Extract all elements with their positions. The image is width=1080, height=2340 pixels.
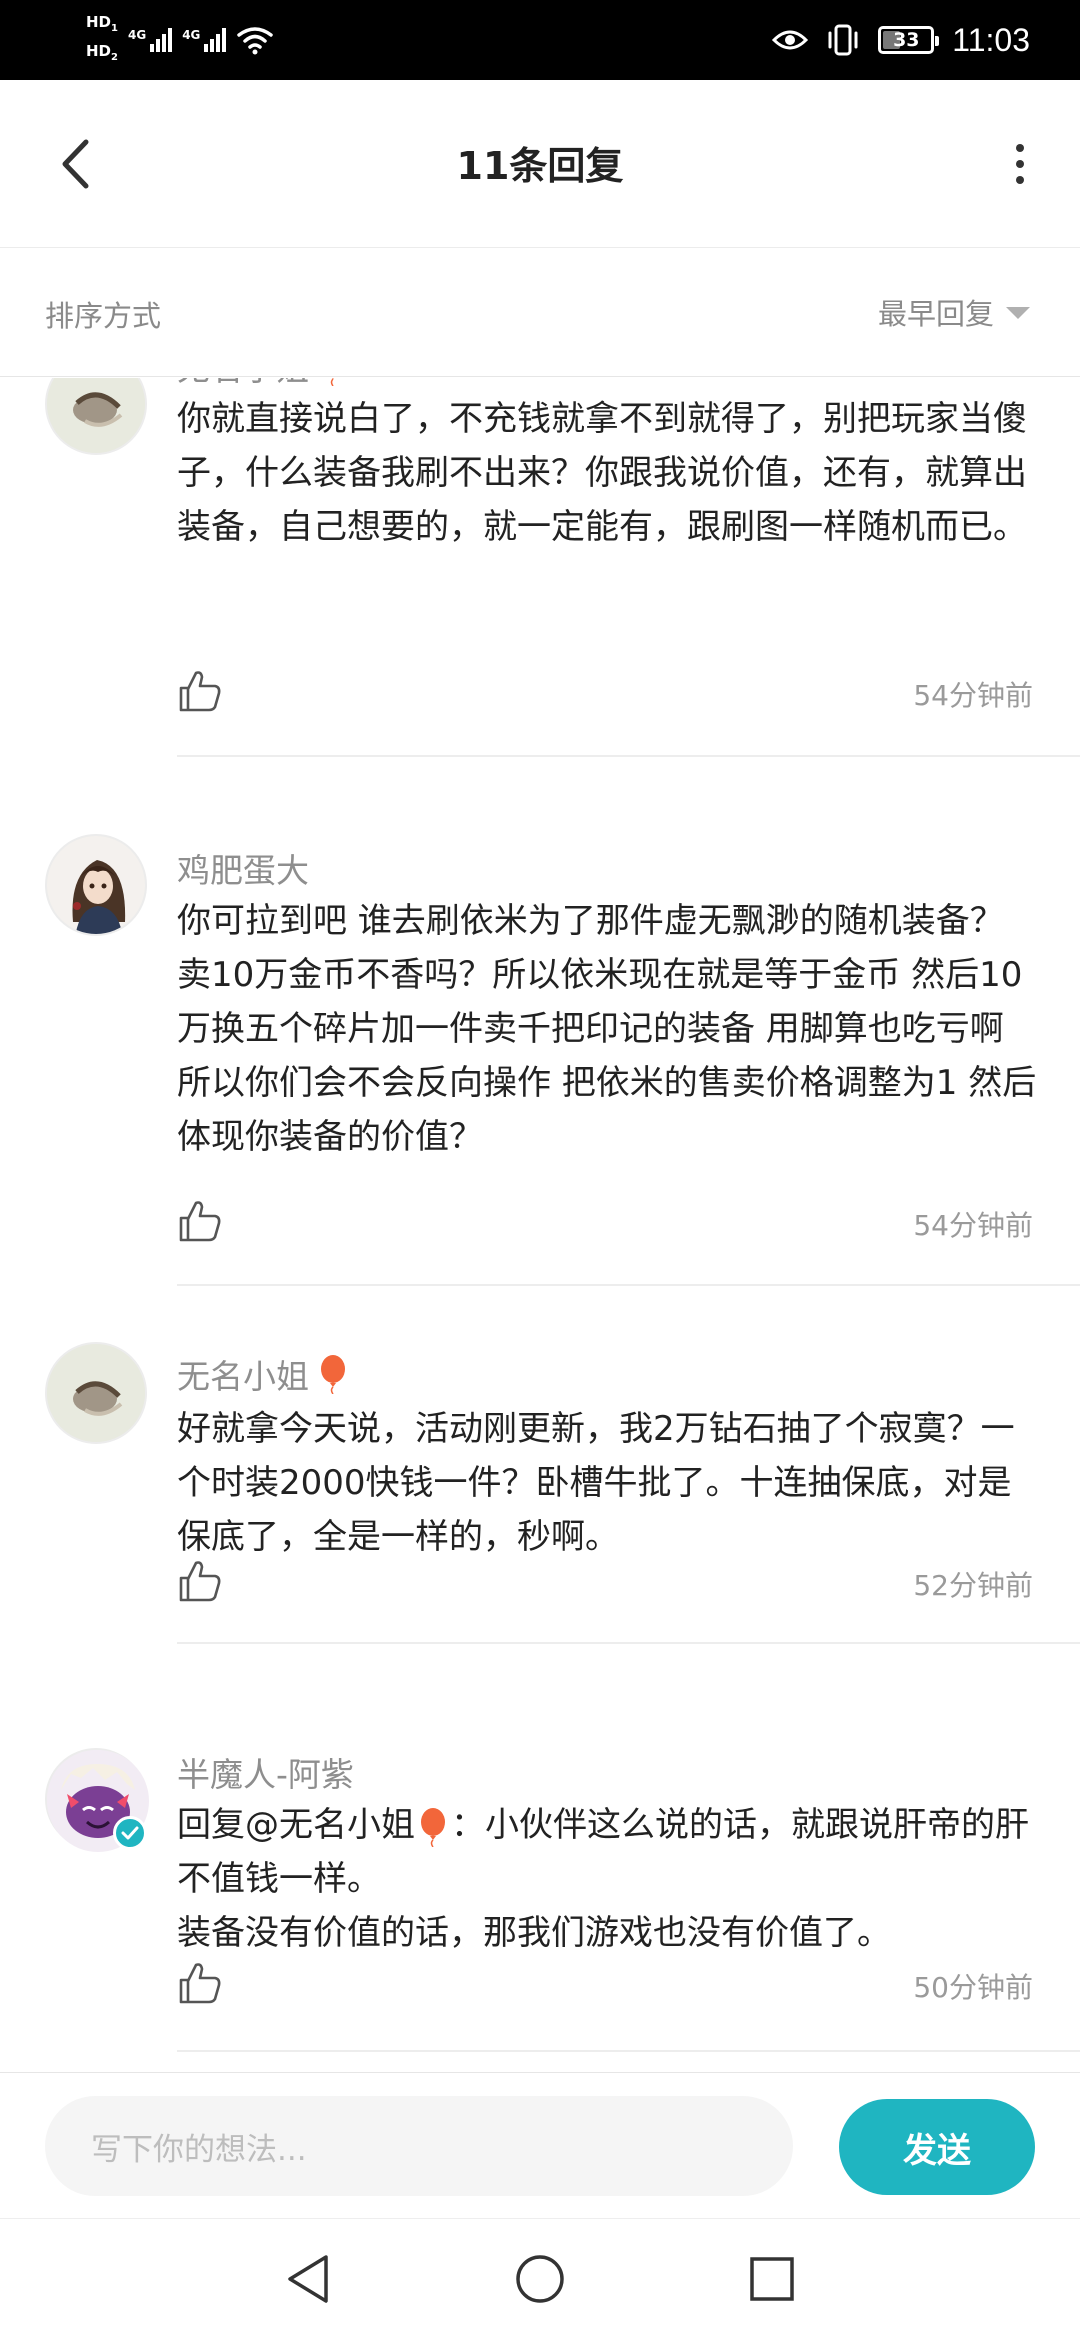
system-nav-bar xyxy=(0,2218,1080,2340)
thumbs-up-icon xyxy=(179,1963,221,2004)
comment-item: 半魔人-阿紫 回复@无名小姐 ：小伙伴这么说的话，就跟说肝帝的肝不值钱一样。 装备… xyxy=(0,1698,1080,2072)
comment-list[interactable]: 无名小姐 你就直接说白了，不充钱就拿不到就得了，别把玩家当傻子，什么装备我刷不出… xyxy=(0,378,1080,2072)
back-triangle-icon xyxy=(288,2255,328,2303)
caret-down-icon xyxy=(1006,307,1030,319)
comment-input-bar: 写下你的想法... 发送 xyxy=(0,2072,1080,2218)
comment-item: 无名小姐 你就直接说白了，不充钱就拿不到就得了，别把玩家当傻子，什么装备我刷不出… xyxy=(0,378,1080,758)
like-button[interactable] xyxy=(177,1558,223,1604)
comment-username[interactable]: 鸡肥蛋大 xyxy=(177,844,309,892)
comment-time: 50分钟前 xyxy=(913,1971,1033,2004)
divider xyxy=(177,1642,1080,1644)
status-right: 33 11:03 xyxy=(772,0,1030,80)
divider xyxy=(177,755,1080,757)
hd-bottom: HD2 xyxy=(86,42,118,63)
divider xyxy=(177,2050,1080,2052)
comment-item: 无名小姐 好就拿今天说，活动刚更新，我2万钻石抽了个寂寞？一个时装2000快钱一… xyxy=(0,1298,1080,1698)
comment-username[interactable]: 无名小姐 xyxy=(177,378,351,390)
eye-icon xyxy=(772,30,809,50)
comment-text: 好就拿今天说，活动刚更新，我2万钻石抽了个寂寞？一个时装2000快钱一件？卧槽牛… xyxy=(177,1409,1015,1557)
balloon-icon xyxy=(321,1355,345,1394)
avatar-image xyxy=(47,378,145,453)
more-vertical-icon xyxy=(1016,144,1024,152)
like-button[interactable] xyxy=(177,1198,223,1244)
nav-back-button[interactable] xyxy=(278,2249,338,2309)
send-button[interactable]: 发送 xyxy=(839,2099,1035,2195)
reply-prefix: 回复 xyxy=(177,1805,245,1845)
comment-text: 你可拉到吧 谁去刷依米为了那件虚无飘渺的随机装备？卖10万金币不香吗？所以依米现… xyxy=(177,901,1037,1157)
signal-icon: 4G xyxy=(182,28,227,52)
page-title: 11条回复 xyxy=(456,144,624,188)
comment-username[interactable]: 半魔人-阿紫 xyxy=(177,1748,354,1796)
verified-badge-icon xyxy=(113,1816,147,1850)
home-circle-icon xyxy=(516,2255,564,2303)
recents-square-icon xyxy=(750,2257,794,2301)
comment-time: 54分钟前 xyxy=(913,1209,1033,1242)
divider xyxy=(177,1284,1080,1286)
reply-text: 装备没有价值的话，那我们游戏也没有价值了。 xyxy=(177,1913,891,1953)
comment-time: 54分钟前 xyxy=(913,679,1033,712)
nav-home-button[interactable] xyxy=(510,2249,570,2309)
comment-text: 回复@无名小姐 ：小伙伴这么说的话，就跟说肝帝的肝不值钱一样。 装备没有价值的话，… xyxy=(177,1798,1037,1960)
sort-bar: 排序方式 最早回复 xyxy=(0,249,1080,377)
status-left: HD1 HD2 4G 4G xyxy=(86,12,274,68)
avatar-image xyxy=(47,836,145,934)
wifi-icon xyxy=(237,27,274,55)
balloon-icon xyxy=(330,378,334,386)
comment-time: 52分钟前 xyxy=(913,1569,1033,1602)
avatar[interactable] xyxy=(45,834,147,936)
reply-mention[interactable]: @无名小姐 xyxy=(245,1805,451,1847)
hd-top: HD1 xyxy=(86,13,118,34)
nav-recents-button[interactable] xyxy=(742,2249,802,2309)
comment-text: 你就直接说白了，不充钱就拿不到就得了，别把玩家当傻子，什么装备我刷不出来？你跟我… xyxy=(177,399,1027,547)
balloon-icon xyxy=(421,1807,445,1847)
comment-item: 鸡肥蛋大 你可拉到吧 谁去刷依米为了那件虚无飘渺的随机装备？卖10万金币不香吗？… xyxy=(0,790,1080,1300)
sort-label: 排序方式 xyxy=(45,299,162,333)
clock: 11:03 xyxy=(952,21,1030,58)
comment-input[interactable]: 写下你的想法... xyxy=(45,2096,793,2196)
sort-dropdown[interactable]: 最早回复 xyxy=(878,291,1030,333)
hd-indicator: HD1 HD2 xyxy=(86,13,118,67)
status-bar: HD1 HD2 4G 4G 33 11:03 xyxy=(0,0,1080,80)
avatar-image xyxy=(47,1344,145,1442)
avatar[interactable] xyxy=(45,1342,147,1444)
more-button[interactable] xyxy=(990,124,1050,204)
like-button[interactable] xyxy=(177,1960,223,2006)
thumbs-up-icon xyxy=(179,1201,221,1242)
battery-icon: 33 xyxy=(878,26,940,54)
signal-icon: 4G xyxy=(128,28,173,52)
top-app-bar: 11条回复 xyxy=(0,80,1080,248)
comment-username[interactable]: 无名小姐 xyxy=(177,1350,351,1398)
vibrate-icon xyxy=(828,24,858,56)
thumbs-up-icon xyxy=(179,671,221,712)
like-button[interactable] xyxy=(177,668,223,714)
avatar[interactable] xyxy=(45,378,147,455)
thumbs-up-icon xyxy=(179,1561,221,1602)
sort-selected-value: 最早回复 xyxy=(877,297,994,331)
avatar[interactable] xyxy=(45,1748,149,1852)
